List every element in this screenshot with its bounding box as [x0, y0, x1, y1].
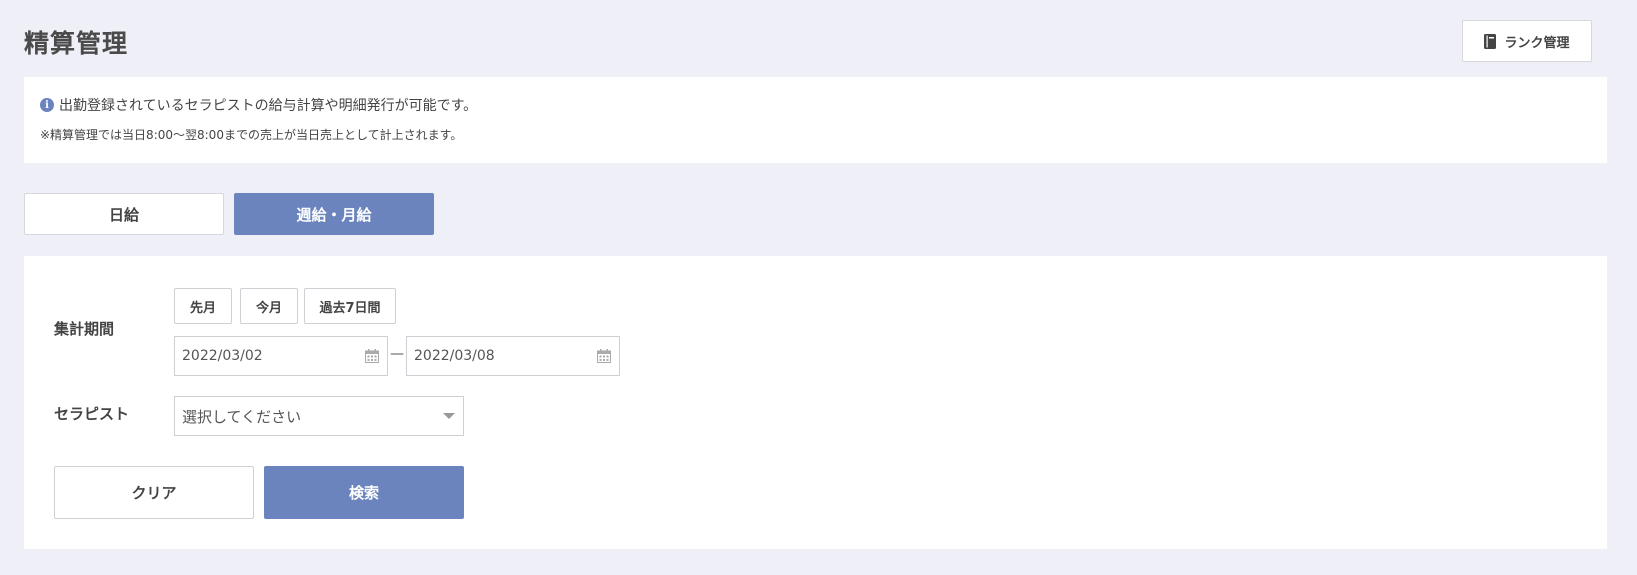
start-date-input[interactable]: 2022/03/02 — [174, 336, 388, 376]
info-icon: i — [40, 98, 54, 112]
clear-button[interactable]: クリア — [54, 466, 254, 519]
therapist-label: セラピスト — [54, 405, 130, 423]
date-range-separator: — — [390, 346, 404, 362]
calendar-icon — [365, 349, 379, 363]
last-month-button[interactable]: 先月 — [174, 288, 232, 324]
tab-daily[interactable]: 日給 — [24, 193, 224, 235]
page-title: 精算管理 — [24, 29, 129, 58]
rank-management-label: ランク管理 — [1504, 35, 1570, 51]
therapist-select-placeholder: 選択してください — [182, 407, 302, 426]
search-button[interactable]: 検索 — [264, 466, 464, 519]
period-label: 集計期間 — [54, 320, 115, 338]
last-7-days-button[interactable]: 過去7日間 — [304, 288, 396, 324]
rank-management-button[interactable]: ランク管理 — [1462, 20, 1592, 62]
end-date-value: 2022/03/08 — [414, 348, 495, 364]
start-date-value: 2022/03/02 — [182, 348, 263, 364]
tab-weekly-monthly[interactable]: 週給・月給 — [234, 193, 434, 235]
info-main-text: 出勤登録されているセラピストの給与計算や明細発行が可能です。 — [59, 98, 478, 114]
info-panel: i 出勤登録されているセラピストの給与計算や明細発行が可能です。 ※精算管理では… — [24, 77, 1607, 163]
search-form-panel: 集計期間 先月 今月 過去7日間 2022/03/02 — 2022/03/08… — [24, 256, 1607, 549]
calendar-icon — [597, 349, 611, 363]
book-icon — [1484, 33, 1497, 49]
this-month-button[interactable]: 今月 — [240, 288, 298, 324]
end-date-input[interactable]: 2022/03/08 — [406, 336, 620, 376]
therapist-select[interactable]: 選択してください — [174, 396, 464, 436]
info-note-text: ※精算管理では当日8:00〜翌8:00までの売上が当日売上として計上されます。 — [40, 128, 463, 142]
chevron-down-icon — [443, 413, 455, 419]
info-main-line: i 出勤登録されているセラピストの給与計算や明細発行が可能です。 — [40, 95, 1591, 115]
